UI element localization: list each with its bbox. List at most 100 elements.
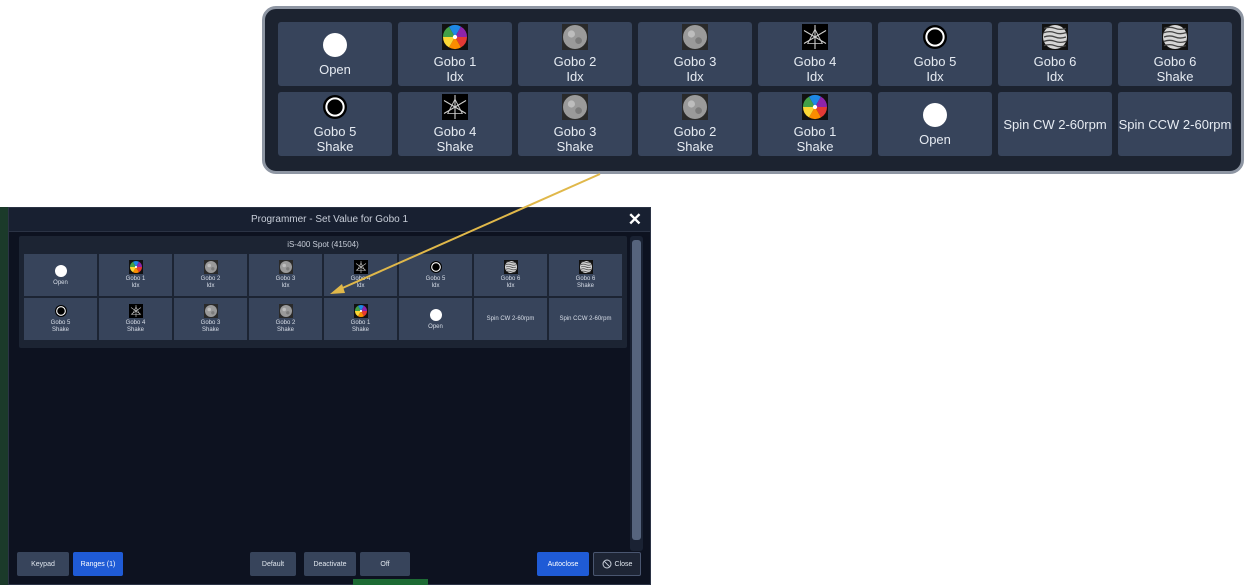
ring-gobo-icon (323, 95, 347, 119)
background-strip (0, 207, 8, 585)
gobo-value-label: Gobo 6 Idx (1033, 54, 1077, 84)
ring-gobo-icon (429, 261, 442, 273)
gobo-value-button[interactable]: Gobo 6 Shake (549, 254, 622, 296)
gobo-value-button[interactable]: Spin CCW 2-60rpm (549, 298, 622, 340)
gobo-value-button[interactable]: Gobo 3 Shake (518, 92, 632, 156)
vertical-scrollbar[interactable] (630, 236, 643, 551)
gray-texture-gobo-icon (278, 304, 293, 318)
star-pattern-gobo-icon (353, 260, 368, 274)
close-button[interactable]: Close (593, 552, 641, 576)
gobo-value-button[interactable]: Open (399, 298, 472, 340)
gobo-value-button[interactable]: Spin CW 2-60rpm (474, 298, 547, 340)
dialog-footer: Keypad Ranges (1) Default Deactivate Off… (9, 552, 650, 584)
off-button[interactable]: Off (360, 552, 410, 576)
gobo-value-label: Gobo 6 Shake (575, 276, 596, 289)
gobo-value-button[interactable]: Spin CCW 2-60rpm (1118, 92, 1232, 156)
gobo-value-label: Gobo 5 Shake (50, 320, 71, 333)
gobo-value-button[interactable]: Spin CW 2-60rpm (998, 92, 1112, 156)
gobo-value-button[interactable]: Gobo 3 Shake (174, 298, 247, 340)
gobo-value-button[interactable]: Gobo 2 Shake (638, 92, 752, 156)
gobo-value-button[interactable]: Open (878, 92, 992, 156)
gobo-value-label: Gobo 1 Shake (793, 124, 837, 154)
dialog-title: Programmer - Set Value for Gobo 1 (250, 214, 409, 225)
gobo-value-label: Gobo 4 Idx (793, 54, 837, 84)
gobo-value-label: Gobo 3 Shake (553, 124, 597, 154)
gray-texture-gobo-icon (682, 94, 708, 120)
gobo-value-label: Gobo 1 Idx (433, 54, 477, 84)
close-button-label: Close (614, 560, 633, 568)
gobo-value-button[interactable]: Gobo 5 Shake (278, 92, 392, 156)
gobo-value-button[interactable]: Open (278, 22, 392, 86)
gray-texture-gobo-icon (682, 24, 708, 50)
wave-pattern-gobo-icon (1162, 24, 1188, 50)
ring-gobo-icon (923, 25, 947, 49)
gobo-value-label: Gobo 4 Shake (433, 124, 477, 154)
gobo-value-button[interactable]: Gobo 2 Shake (249, 298, 322, 340)
gobo-value-label: Gobo 2 Idx (200, 276, 221, 289)
dialog-titlebar: Programmer - Set Value for Gobo 1 ✕ (9, 208, 650, 232)
scrollbar-thumb[interactable] (632, 240, 641, 540)
gobo-value-label: Open (53, 279, 68, 286)
ranges-button[interactable]: Ranges (1) (73, 552, 123, 576)
gobo-value-button[interactable]: Gobo 4 Idx (758, 22, 872, 86)
gobo-value-button[interactable]: Gobo 5 Idx (399, 254, 472, 296)
gobo-value-label: Spin CW 2-60rpm (486, 315, 535, 322)
gobo-value-button[interactable]: Gobo 3 Idx (249, 254, 322, 296)
gobo-value-button[interactable]: Gobo 1 Shake (324, 298, 397, 340)
keypad-button[interactable]: Keypad (17, 552, 69, 576)
wave-pattern-gobo-icon (503, 260, 518, 274)
star-pattern-gobo-icon (442, 94, 468, 120)
gobo-value-button[interactable]: Gobo 4 Idx (324, 254, 397, 296)
color-wheel-gobo-icon (128, 260, 143, 274)
color-wheel-gobo-icon (353, 304, 368, 318)
gobo-value-label: Gobo 1 Shake (350, 320, 371, 333)
gobo-value-button[interactable]: Gobo 1 Idx (99, 254, 172, 296)
gobo-value-label: Gobo 2 Idx (553, 54, 597, 84)
gray-texture-gobo-icon (278, 260, 293, 274)
autoclose-button[interactable]: Autoclose (537, 552, 589, 576)
ring-gobo-icon (54, 305, 67, 317)
gobo-value-label: Spin CCW 2-60rpm (559, 315, 612, 322)
star-pattern-gobo-icon (802, 24, 828, 50)
default-button[interactable]: Default (250, 552, 296, 576)
gobo-value-label: Gobo 5 Idx (913, 54, 957, 84)
color-wheel-gobo-icon (802, 94, 828, 120)
gobo-value-label: Open (428, 323, 443, 330)
gobo-value-button[interactable]: Gobo 2 Idx (518, 22, 632, 86)
gobo-value-button[interactable]: Gobo 5 Shake (24, 298, 97, 340)
gobo-value-button[interactable]: Gobo 3 Idx (638, 22, 752, 86)
gobo-value-label: Gobo 6 Shake (1153, 54, 1197, 84)
zoomed-gobo-panel: Open Gobo 1 Idx Gobo 2 Idx Gobo 3 Idx Gobo 4… (262, 6, 1244, 174)
gray-texture-gobo-icon (562, 94, 588, 120)
gobo-value-button[interactable]: Gobo 1 Idx (398, 22, 512, 86)
gobo-value-label: Gobo 2 Shake (673, 124, 717, 154)
gobo-value-button[interactable]: Gobo 6 Idx (998, 22, 1112, 86)
gray-texture-gobo-icon (203, 260, 218, 274)
set-value-dialog: Programmer - Set Value for Gobo 1 ✕ iS-4… (8, 207, 651, 585)
white-disc-icon (54, 264, 67, 277)
gobo-value-button[interactable]: Gobo 1 Shake (758, 92, 872, 156)
gray-texture-gobo-icon (203, 304, 218, 318)
gobo-value-label: Gobo 3 Idx (275, 276, 296, 289)
gobo-value-label: Gobo 4 Shake (125, 320, 146, 333)
color-wheel-gobo-icon (442, 24, 468, 50)
gobo-value-button[interactable]: Gobo 6 Idx (474, 254, 547, 296)
screenshot-root: Open Gobo 1 Idx Gobo 2 Idx Gobo 3 Idx Gobo 4… (0, 0, 1245, 585)
wave-pattern-gobo-icon (578, 260, 593, 274)
white-disc-icon (429, 308, 442, 321)
deactivate-button[interactable]: Deactivate (304, 552, 356, 576)
gobo-value-button[interactable]: Gobo 4 Shake (398, 92, 512, 156)
gobo-value-label: Gobo 5 Shake (313, 124, 357, 154)
close-icon[interactable]: ✕ (628, 210, 642, 230)
gobo-value-button[interactable]: Gobo 5 Idx (878, 22, 992, 86)
gobo-value-button[interactable]: Open (24, 254, 97, 296)
prohibit-icon (602, 559, 612, 569)
gobo-value-label: Gobo 3 Idx (673, 54, 717, 84)
gobo-value-label: Gobo 5 Idx (425, 276, 446, 289)
gobo-value-label: Gobo 1 Idx (125, 276, 146, 289)
gobo-value-label: Gobo 4 Idx (350, 276, 371, 289)
gobo-value-button[interactable]: Gobo 4 Shake (99, 298, 172, 340)
gobo-value-button[interactable]: Gobo 2 Idx (174, 254, 247, 296)
gobo-value-button[interactable]: Gobo 6 Shake (1118, 22, 1232, 86)
gobo-value-label: Open (319, 61, 351, 77)
